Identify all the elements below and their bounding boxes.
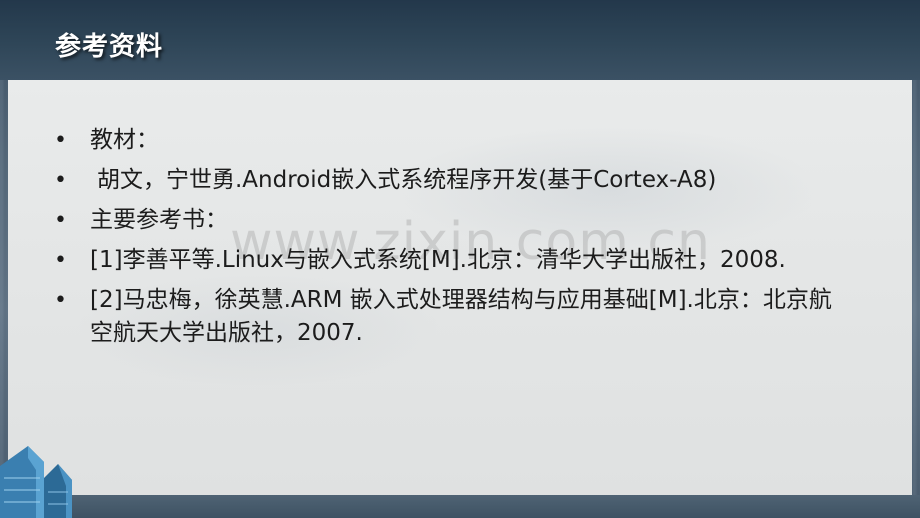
slide: 参考资料 www.zixin.com.cn • 教材： • 胡文，宁世勇.And…	[0, 0, 920, 518]
bullet-icon: •	[54, 128, 67, 153]
list-item: • 主要参考书：	[52, 204, 852, 237]
list-item-text: [2]马忠梅，徐英慧.ARM 嵌入式处理器结构与应用基础[M].北京：北京航空航…	[90, 287, 832, 346]
building-icon	[0, 446, 72, 518]
title-bar: 参考资料	[0, 0, 920, 80]
bullet-icon: •	[54, 288, 67, 313]
list-item-text: 教材：	[90, 127, 159, 153]
list-item-text: 主要参考书：	[90, 207, 228, 233]
bullet-icon: •	[54, 168, 67, 193]
list-item: • 教材：	[52, 124, 852, 157]
list-item-text: [1]李善平等.Linux与嵌入式系统[M].北京：清华大学出版社，2008.	[90, 247, 786, 273]
bullet-list: • 教材： • 胡文，宁世勇.Android嵌入式系统程序开发(基于Cortex…	[52, 124, 852, 357]
list-item: • [1]李善平等.Linux与嵌入式系统[M].北京：清华大学出版社，2008…	[52, 244, 852, 277]
bullet-icon: •	[54, 248, 67, 273]
list-item-text: 胡文，宁世勇.Android嵌入式系统程序开发(基于Cortex-A8)	[97, 167, 717, 193]
bullet-icon: •	[54, 208, 67, 233]
list-item: • [2]马忠梅，徐英慧.ARM 嵌入式处理器结构与应用基础[M].北京：北京航…	[52, 284, 852, 350]
list-item: • 胡文，宁世勇.Android嵌入式系统程序开发(基于Cortex-A8)	[52, 164, 852, 197]
bottom-strip	[0, 495, 920, 518]
slide-title: 参考资料	[55, 32, 164, 62]
